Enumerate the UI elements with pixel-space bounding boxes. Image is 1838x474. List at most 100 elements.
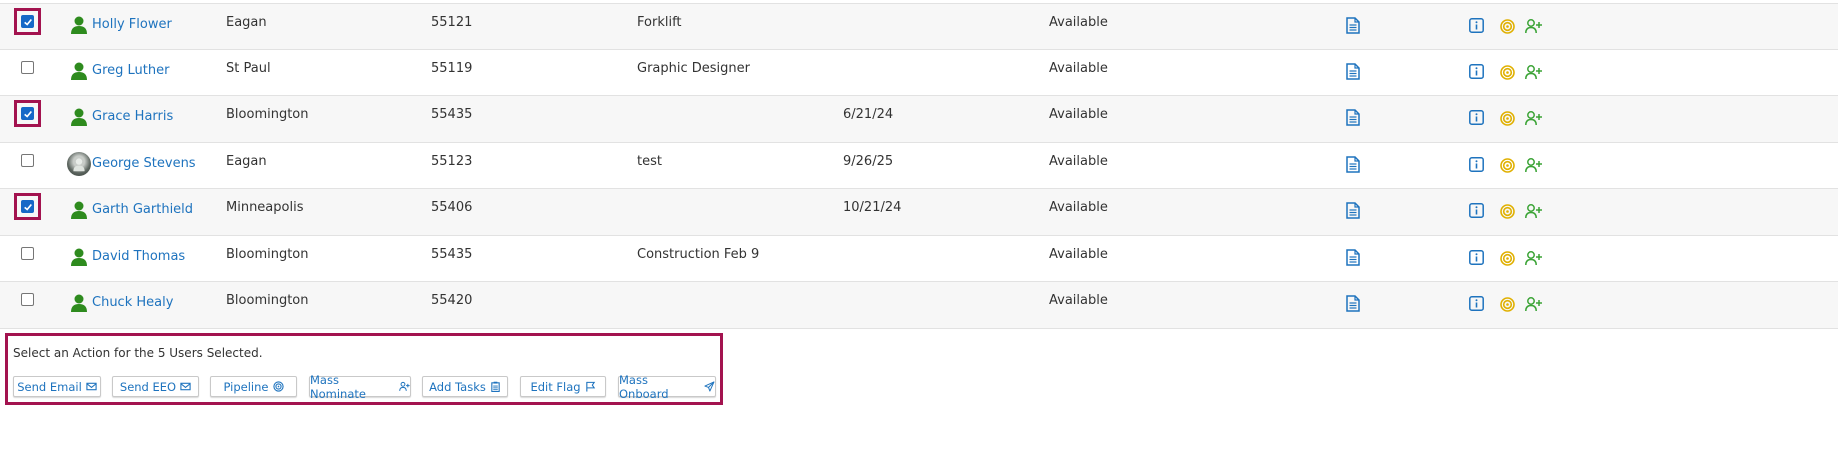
document-icon[interactable] — [1346, 109, 1360, 126]
table-row: Grace Harris Bloomington 55435 6/21/24 A… — [0, 96, 1838, 143]
status-cell: Available — [1049, 246, 1108, 262]
flag-icon — [585, 381, 595, 392]
row-checkbox-wrap — [14, 54, 41, 81]
mass-onboard-button[interactable]: Mass Onboard — [618, 373, 716, 401]
add-user-icon[interactable] — [1525, 296, 1543, 312]
table-row: Greg Luther St Paul 55119 Graphic Design… — [0, 50, 1838, 96]
city-cell: Bloomington — [226, 107, 309, 122]
row-checkbox[interactable] — [21, 246, 34, 260]
table-row: Holly Flower Eagan 55121 Forklift Availa… — [0, 3, 1838, 50]
info-icon[interactable] — [1469, 110, 1484, 125]
mass-nominate-button[interactable]: Mass Nominate — [309, 373, 411, 401]
add-user-icon[interactable] — [1525, 157, 1543, 173]
candidate-name-link[interactable]: Grace Harris — [92, 109, 173, 124]
zip-cell: 55121 — [431, 15, 473, 30]
document-icon[interactable] — [1346, 248, 1360, 266]
row-checkbox[interactable] — [21, 153, 34, 167]
info-icon[interactable] — [1469, 63, 1484, 79]
edit-flag-button[interactable]: Edit Flag — [520, 376, 606, 397]
date-cell: 6/21/24 — [843, 107, 894, 122]
table-row: Garth Garthield Minneapolis 55406 10/21/… — [0, 189, 1838, 236]
info-icon[interactable] — [1469, 18, 1484, 33]
envelope-icon — [180, 382, 191, 391]
bulk-action-panel: Select an Action for the 5 Users Selecte… — [5, 333, 723, 405]
info-icon[interactable] — [1469, 156, 1484, 172]
row-checkbox-wrap — [14, 147, 41, 174]
add-user-icon[interactable] — [1525, 64, 1543, 80]
add-user-icon[interactable] — [1525, 250, 1543, 266]
row-checkbox-highlight — [14, 100, 41, 127]
pipeline-button[interactable]: Pipeline — [210, 376, 297, 397]
table-row: Chuck Healy Bloomington 55420 Available — [0, 282, 1838, 329]
target-icon[interactable] — [1500, 250, 1515, 266]
target-icon[interactable] — [1500, 157, 1515, 173]
target-icon[interactable] — [1500, 297, 1515, 312]
candidate-name-link[interactable]: Garth Garthield — [92, 202, 193, 217]
envelope-icon — [86, 382, 97, 391]
mass-onboard-label: Mass Onboard — [619, 372, 669, 401]
edit-flag-label: Edit Flag — [530, 379, 581, 394]
pipeline-icon — [272, 381, 284, 392]
info-icon[interactable] — [1469, 296, 1484, 311]
bulk-action-title: Select an Action for the 5 Users Selecte… — [13, 346, 263, 360]
candidate-name-link[interactable]: Chuck Healy — [92, 295, 173, 310]
add-tasks-label: Add Tasks — [429, 379, 486, 394]
send-eeo-button[interactable]: Send EEO — [112, 376, 199, 397]
row-checkbox-highlight — [14, 193, 41, 220]
document-icon[interactable] — [1346, 155, 1360, 173]
add-user-icon[interactable] — [1525, 203, 1543, 219]
status-cell: Available — [1049, 60, 1108, 76]
status-cell: Available — [1049, 107, 1108, 122]
zip-cell: 55119 — [431, 60, 473, 76]
status-cell: Available — [1049, 15, 1108, 30]
tag-cell: Graphic Designer — [637, 60, 750, 76]
tag-cell: test — [637, 153, 662, 169]
status-cell: Available — [1049, 293, 1108, 308]
target-icon[interactable] — [1500, 64, 1515, 80]
row-checkbox[interactable] — [21, 200, 34, 213]
candidate-name-link[interactable]: David Thomas — [92, 249, 185, 264]
info-icon[interactable] — [1469, 249, 1484, 265]
pipeline-label: Pipeline — [223, 379, 269, 394]
target-icon[interactable] — [1500, 19, 1515, 34]
document-icon[interactable] — [1346, 17, 1360, 34]
add-user-icon[interactable] — [1525, 110, 1543, 126]
candidate-name-link[interactable]: Holly Flower — [92, 17, 172, 32]
send-email-button[interactable]: Send Email — [13, 376, 101, 397]
target-icon[interactable] — [1500, 204, 1515, 219]
person-silhouette-icon — [68, 199, 90, 221]
target-icon[interactable] — [1500, 111, 1515, 126]
row-checkbox[interactable] — [21, 60, 34, 74]
add-tasks-button[interactable]: Add Tasks — [422, 376, 508, 397]
row-checkbox-wrap — [14, 286, 41, 313]
document-icon[interactable] — [1346, 202, 1360, 219]
row-checkbox[interactable] — [21, 293, 34, 306]
document-icon[interactable] — [1346, 295, 1360, 312]
add-user-icon — [399, 381, 410, 391]
city-cell: Bloomington — [226, 293, 309, 308]
date-cell: 9/26/25 — [843, 153, 894, 169]
person-silhouette-icon — [68, 292, 90, 314]
city-cell: Eagan — [226, 153, 267, 169]
candidate-name-link[interactable]: Greg Luther — [92, 63, 169, 78]
person-silhouette-icon — [68, 60, 90, 82]
person-silhouette-icon — [68, 106, 90, 128]
row-checkbox[interactable] — [21, 107, 34, 120]
city-cell: Eagan — [226, 15, 267, 30]
zip-cell: 55420 — [431, 293, 473, 308]
date-cell: 10/21/24 — [843, 200, 902, 215]
document-icon[interactable] — [1346, 62, 1360, 80]
add-user-icon[interactable] — [1525, 18, 1543, 34]
city-cell: Minneapolis — [226, 200, 304, 215]
person-silhouette-icon — [68, 14, 90, 36]
city-cell: St Paul — [226, 60, 271, 76]
zip-cell: 55406 — [431, 200, 473, 215]
person-silhouette-icon — [68, 246, 90, 268]
candidate-name-link[interactable]: George Stevens — [92, 156, 196, 171]
send-arrow-icon — [704, 381, 715, 392]
row-checkbox[interactable] — [21, 15, 34, 28]
info-icon[interactable] — [1469, 203, 1484, 218]
table-row: George Stevens Eagan 55123 test 9/26/25 … — [0, 143, 1838, 189]
status-cell: Available — [1049, 153, 1108, 169]
tag-cell: Forklift — [637, 15, 682, 30]
